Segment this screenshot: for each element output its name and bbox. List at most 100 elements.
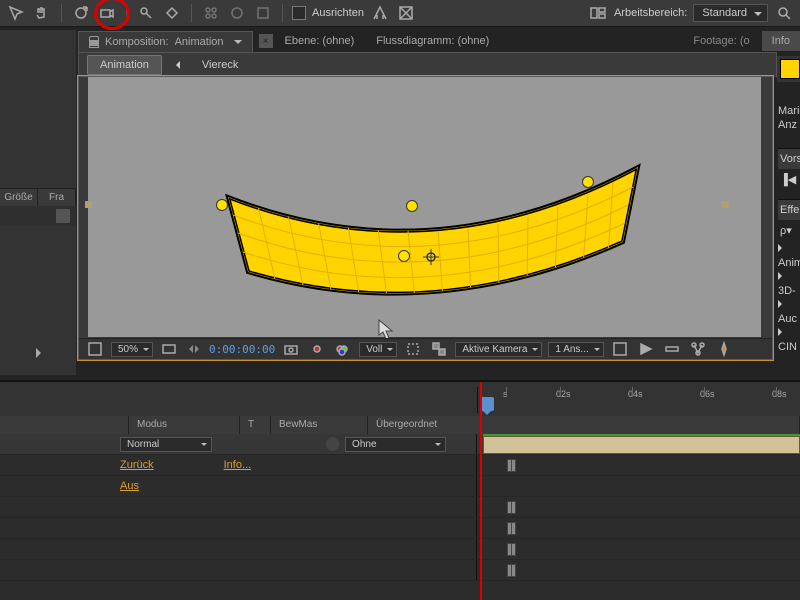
puppet-pin[interactable] (406, 200, 418, 212)
keyframe-icon[interactable] (507, 501, 516, 512)
layout-icon[interactable] (588, 3, 608, 23)
flowchart-icon[interactable] (56, 209, 70, 223)
composition-viewer[interactable]: 50% 0:00:00:00 Voll Aktive Kamera 1 Ans.… (78, 76, 773, 360)
layer-duration-bar[interactable] (483, 436, 800, 454)
transparency-grid-icon[interactable] (429, 339, 449, 359)
tool-grid-c-icon[interactable] (253, 3, 273, 23)
tab-info[interactable]: Info (762, 31, 800, 51)
fx-group-animation[interactable]: Anim (778, 242, 800, 270)
camera-value: Aktive Kamera (462, 344, 527, 355)
parent-dropdown[interactable]: Ohne (345, 437, 446, 452)
timeline-icon[interactable] (662, 339, 682, 359)
layer-handle[interactable] (85, 201, 92, 208)
layer-row[interactable]: Normal Ohne (0, 434, 800, 455)
fx-group-3d[interactable]: 3D- (778, 270, 800, 298)
canvas[interactable] (88, 77, 761, 337)
first-frame-icon[interactable]: ▐◀ (778, 169, 800, 191)
property-row[interactable] (0, 518, 800, 539)
zoom-dropdown[interactable]: 50% (111, 342, 153, 357)
snap-a-icon[interactable] (370, 3, 390, 23)
snap-b-icon[interactable] (396, 3, 416, 23)
aspect-icon[interactable] (159, 339, 179, 359)
label-marionette: Mario (778, 104, 800, 118)
playhead-line[interactable] (480, 382, 482, 600)
time-ruler[interactable]: s 02s 04s 06s 08s (477, 387, 800, 413)
tab-close-icon[interactable]: × (259, 34, 273, 48)
property-row[interactable]: Aus (0, 476, 800, 497)
views-value: 1 Ans... (555, 344, 588, 355)
puppet-pin[interactable] (398, 250, 410, 262)
col-mode[interactable]: Modus (129, 416, 240, 434)
tool-pin-options-icon[interactable] (162, 3, 182, 23)
camera-dropdown[interactable]: Aktive Kamera (455, 342, 542, 357)
tool-rotate-icon[interactable] (71, 3, 91, 23)
blend-mode-dropdown[interactable]: Normal (120, 437, 212, 452)
keyframe-icon[interactable] (507, 543, 516, 554)
project-row[interactable] (0, 206, 76, 226)
playhead-icon[interactable] (480, 397, 494, 411)
channel-icon[interactable] (333, 339, 353, 359)
tab-comp-prefix: Komposition: (105, 36, 169, 48)
property-row[interactable] (0, 497, 800, 518)
layer-track[interactable] (477, 434, 800, 454)
ruler-tick: 08s (772, 389, 787, 399)
puppet-pin[interactable] (582, 176, 594, 188)
right-sidebar: Mario Anz Vors ▐◀ Effe ρ▾ Anim 3D- Auc C… (778, 104, 800, 354)
tool-selection-icon[interactable] (6, 3, 26, 23)
puppet-pin[interactable] (216, 199, 228, 211)
current-timecode[interactable]: 0:00:00:00 (209, 343, 275, 356)
effects-search[interactable]: ρ▾ (778, 222, 800, 240)
tool-grid-b-icon[interactable] (227, 3, 247, 23)
tab-composition[interactable]: Komposition: Animation (78, 31, 253, 52)
tab-flowchart[interactable]: Flussdiagramm: (ohne) (366, 31, 499, 51)
panel-effects-header[interactable]: Effe (778, 199, 800, 220)
tool-camera-icon[interactable] (97, 3, 117, 23)
next-frame-icon[interactable] (195, 345, 203, 353)
fast-preview-icon[interactable] (636, 339, 656, 359)
tab-menu-icon[interactable] (234, 40, 242, 48)
keyframe-icon[interactable] (507, 522, 516, 533)
px-aspect-icon[interactable] (610, 339, 630, 359)
fx-group-audio[interactable]: Auc (778, 298, 800, 326)
tool-puppet-pin-icon[interactable] (136, 3, 156, 23)
breadcrumb-viereck[interactable]: Viereck (190, 56, 250, 74)
link-info[interactable]: Info... (224, 459, 252, 471)
color-swatch[interactable] (780, 59, 800, 79)
roi-icon[interactable] (403, 339, 423, 359)
tab-layer[interactable]: Ebene: (ohne) (275, 31, 365, 51)
link-off[interactable]: Aus (120, 480, 139, 492)
expand-arrow-icon[interactable] (36, 348, 46, 358)
tab-footage[interactable]: Footage: (o (683, 31, 759, 51)
resolution-dropdown[interactable]: Voll (359, 342, 397, 357)
comp-flowchart-icon[interactable] (688, 339, 708, 359)
pickwhip-icon[interactable] (326, 437, 339, 451)
col-trackmatte-t[interactable]: T (240, 416, 271, 434)
workspace-dropdown[interactable]: Standard (693, 4, 768, 22)
keyframe-icon[interactable] (507, 564, 516, 575)
exposure-icon[interactable] (714, 339, 734, 359)
col-framerate[interactable]: Fra (38, 189, 76, 207)
views-dropdown[interactable]: 1 Ans... (548, 342, 603, 357)
panel-preview-header[interactable]: Vors (778, 148, 800, 169)
property-row[interactable] (0, 560, 800, 581)
col-size[interactable]: Größe (0, 189, 38, 207)
prev-frame-icon[interactable] (185, 345, 193, 353)
snapshot-icon[interactable] (281, 339, 301, 359)
layer-handle[interactable] (722, 201, 729, 208)
show-snapshot-icon[interactable] (307, 339, 327, 359)
col-parent[interactable]: Übergeordnet (368, 416, 800, 434)
timeline-columns: Modus T BewMas Übergeordnet (0, 416, 800, 435)
property-row[interactable]: Zurück Info... (0, 455, 800, 476)
tool-hand-icon[interactable] (32, 3, 52, 23)
property-row[interactable] (0, 539, 800, 560)
fx-group-cineware[interactable]: CIN (778, 326, 800, 354)
search-icon[interactable] (774, 3, 794, 23)
lock-icon[interactable] (89, 36, 99, 48)
keyframe-icon[interactable] (507, 459, 516, 470)
breadcrumb-animation[interactable]: Animation (87, 55, 162, 75)
always-preview-icon[interactable] (85, 339, 105, 359)
align-checkbox[interactable] (292, 6, 306, 20)
tool-grid-a-icon[interactable] (201, 3, 221, 23)
link-back[interactable]: Zurück (120, 459, 154, 471)
col-bewmas[interactable]: BewMas (271, 416, 368, 434)
